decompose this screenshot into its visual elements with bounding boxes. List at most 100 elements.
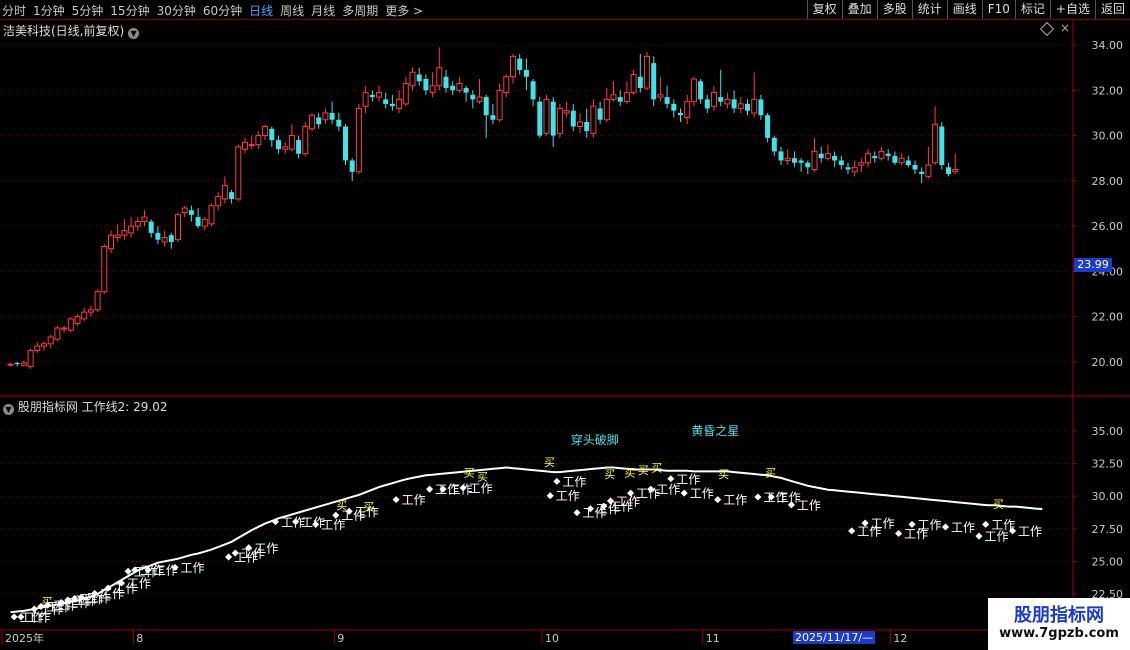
action-buttons: 复权 叠加 多股 统计 画线 F10 标记 +自选 返回 bbox=[806, 0, 1130, 20]
pattern-label-engulfing: 穿头破脚 bbox=[571, 432, 619, 447]
action-button-7[interactable]: +自选 bbox=[1049, 0, 1095, 19]
candle bbox=[443, 69, 449, 93]
candle bbox=[87, 305, 94, 317]
action-button-2[interactable]: 多股 bbox=[876, 0, 912, 19]
candle bbox=[952, 153, 959, 175]
candle bbox=[737, 97, 744, 113]
candle bbox=[54, 325, 61, 342]
candle bbox=[623, 81, 630, 104]
candle bbox=[195, 208, 201, 229]
action-button-4[interactable]: 画线 bbox=[946, 0, 982, 19]
period-tab-10[interactable]: 更多 > bbox=[385, 2, 423, 19]
date-label: 11 bbox=[706, 632, 720, 645]
date-label: 10 bbox=[545, 632, 559, 645]
candle bbox=[530, 79, 536, 107]
dropdown-circle-icon[interactable]: ▼ bbox=[128, 28, 140, 39]
close-icon[interactable]: × bbox=[1060, 21, 1070, 35]
action-button-3[interactable]: 统计 bbox=[911, 0, 947, 19]
action-button-8[interactable]: 返回 bbox=[1094, 0, 1130, 19]
period-tab-0[interactable]: 分时 bbox=[2, 2, 26, 19]
candle bbox=[858, 158, 865, 172]
candle-body-down bbox=[745, 103, 750, 111]
candle-body-up bbox=[54, 327, 61, 340]
candle-body-up bbox=[811, 150, 818, 171]
period-tab-4[interactable]: 30分钟 bbox=[157, 2, 196, 19]
price-tick-label: 28.00 bbox=[1092, 175, 1124, 188]
candle bbox=[329, 101, 335, 125]
indicator-label: 股朋指标网 工作线2: 29.02 bbox=[17, 400, 168, 414]
candle-body-up bbox=[503, 76, 510, 94]
candle-body-up bbox=[208, 205, 215, 225]
candle bbox=[148, 219, 154, 238]
buy-label: 买 bbox=[651, 461, 662, 474]
period-tab-3[interactable]: 15分钟 bbox=[110, 2, 149, 19]
candle-body-up bbox=[690, 78, 697, 103]
price-tick-label: 30.00 bbox=[1092, 130, 1124, 143]
period-tab-8[interactable]: 月线 bbox=[311, 2, 335, 19]
candle-body-up bbox=[858, 162, 865, 166]
indicator-tick-label: 35.00 bbox=[1092, 425, 1124, 438]
stock-chart[interactable]: 34.0032.0030.0028.0026.0024.0022.0020.00… bbox=[0, 20, 1130, 650]
candle bbox=[718, 69, 724, 107]
main-chart-title[interactable]: 洁美科技(日线,前复权) ▼ bbox=[3, 22, 140, 39]
work-label: 工作 bbox=[918, 518, 942, 532]
action-button-5[interactable]: F10 bbox=[981, 0, 1015, 19]
candle-body-down bbox=[523, 69, 529, 77]
candle bbox=[885, 149, 891, 161]
action-button-6[interactable]: 标记 bbox=[1014, 0, 1050, 19]
candle-body-down bbox=[369, 94, 375, 98]
work-label: 工作 bbox=[469, 481, 493, 495]
candle bbox=[470, 90, 476, 109]
candle bbox=[423, 74, 429, 95]
candle bbox=[296, 135, 302, 159]
candle bbox=[537, 97, 543, 138]
period-tab-6[interactable]: 日线 bbox=[249, 2, 273, 19]
candle-body-up bbox=[476, 96, 483, 103]
buy-label: 买 bbox=[765, 467, 776, 480]
candle bbox=[556, 103, 563, 138]
dropdown-circle-icon[interactable]: ▼ bbox=[3, 404, 14, 415]
period-tab-9[interactable]: 多周期 bbox=[342, 2, 378, 19]
candle-body-up bbox=[556, 107, 563, 134]
indicator-title[interactable]: ▼ 股朋指标网 工作线2: 29.02 bbox=[3, 398, 168, 415]
candle-body-up bbox=[751, 98, 758, 114]
candle bbox=[543, 94, 550, 136]
candle-body-down bbox=[765, 115, 771, 138]
candle-body-up bbox=[61, 327, 68, 330]
candle-body-up bbox=[429, 85, 436, 94]
period-tab-1[interactable]: 1分钟 bbox=[33, 2, 65, 19]
price-tick-label: 20.00 bbox=[1092, 356, 1124, 369]
candle-body-down bbox=[664, 97, 670, 104]
period-tab-7[interactable]: 周线 bbox=[280, 2, 304, 19]
candle-body-down bbox=[939, 126, 945, 165]
indicator-tick-label: 27.50 bbox=[1092, 523, 1124, 536]
candle-body-up bbox=[865, 153, 872, 164]
candle-body-up bbox=[255, 135, 262, 146]
candle-body-down bbox=[872, 155, 878, 159]
candle-body-down bbox=[470, 94, 476, 100]
period-tab-2[interactable]: 5分钟 bbox=[72, 2, 104, 19]
candle bbox=[101, 244, 108, 294]
candle bbox=[208, 203, 215, 227]
action-button-1[interactable]: 叠加 bbox=[841, 0, 877, 19]
candle-body-up bbox=[27, 350, 34, 367]
candle bbox=[383, 92, 389, 109]
candle-body-up bbox=[141, 216, 148, 223]
candle bbox=[269, 126, 275, 147]
candle bbox=[698, 79, 704, 104]
candle-body-up bbox=[630, 73, 637, 94]
candle-body-up bbox=[952, 169, 959, 173]
candle-body-down bbox=[423, 79, 429, 91]
candle-body-up bbox=[932, 123, 939, 164]
work-label: 工作 bbox=[1018, 524, 1042, 538]
candle bbox=[67, 316, 74, 333]
action-button-0[interactable]: 复权 bbox=[806, 0, 842, 19]
candle-body-up bbox=[288, 135, 295, 150]
candle bbox=[690, 76, 697, 107]
candle bbox=[798, 158, 804, 172]
candle-body-down bbox=[276, 140, 281, 150]
indicator-tick-label: 25.00 bbox=[1092, 555, 1124, 568]
candle-body-down bbox=[329, 112, 335, 120]
period-tab-5[interactable]: 60分钟 bbox=[203, 2, 242, 19]
candle-body-down bbox=[148, 221, 154, 233]
